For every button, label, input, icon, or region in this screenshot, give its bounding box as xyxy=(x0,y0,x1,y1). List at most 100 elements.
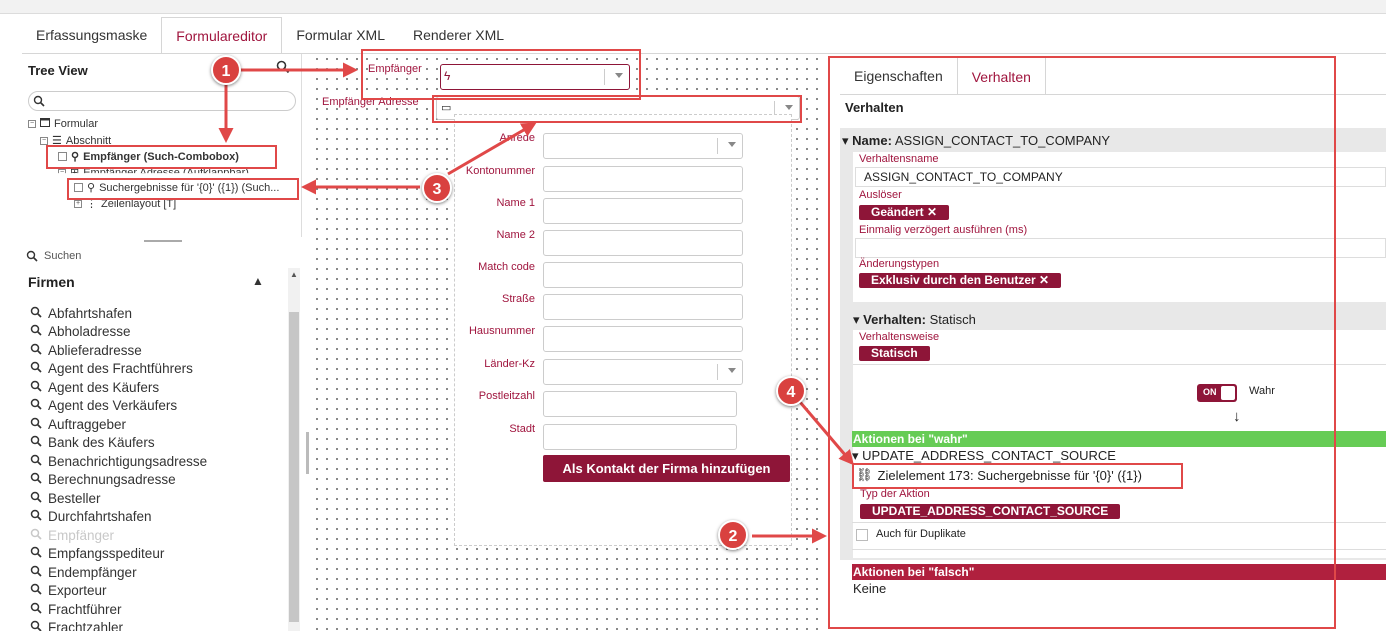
stadt-input[interactable] xyxy=(543,424,737,450)
list-item[interactable]: Agent des Käufers xyxy=(30,378,207,397)
list-item-label: Auftraggeber xyxy=(48,416,127,432)
chevron-down-icon[interactable] xyxy=(728,142,736,147)
list-item[interactable]: Besteller xyxy=(30,489,207,508)
list-item[interactable]: Frachtführer xyxy=(30,600,207,619)
marker-4: 4 xyxy=(776,376,806,406)
search-icon xyxy=(30,435,42,450)
search-icon xyxy=(30,602,42,617)
tree-view-title: Tree View xyxy=(28,63,88,78)
list-item-label: Bank des Käufers xyxy=(48,435,155,451)
top-bar xyxy=(0,0,1386,14)
annotation-box-2 xyxy=(432,95,802,123)
list-items: Abfahrtshafen Abholadresse Ablieferadresse… xyxy=(30,304,207,631)
laender-select[interactable] xyxy=(543,359,743,385)
search-icon xyxy=(30,361,42,376)
scrollbar-thumb[interactable] xyxy=(289,312,299,622)
list-item-label: Agent des Frachtführers xyxy=(48,361,193,377)
scroll-up-icon[interactable]: ▲ xyxy=(290,270,298,279)
name2-input[interactable] xyxy=(543,230,743,256)
kontonummer-input[interactable] xyxy=(543,166,743,192)
list-item[interactable]: Agent des Verkäufers xyxy=(30,397,207,416)
annotation-box-5 xyxy=(828,56,1336,629)
field-label: Hausnummer xyxy=(468,325,535,337)
list-item[interactable]: Durchfahrtshafen xyxy=(30,508,207,527)
panel-splitter[interactable] xyxy=(144,240,182,242)
field-label: Straße xyxy=(501,293,535,305)
scrollbar[interactable]: ▲ xyxy=(288,268,300,631)
search-icon xyxy=(30,528,42,543)
search-icon xyxy=(30,343,42,358)
anrede-select[interactable] xyxy=(543,133,743,159)
search-icon xyxy=(30,565,42,580)
field-label: Postleitzahl xyxy=(478,390,535,402)
collapse-icon[interactable]: − xyxy=(28,120,36,128)
list-item[interactable]: Ablieferadresse xyxy=(30,341,207,360)
strasse-input[interactable] xyxy=(543,294,743,320)
list-search-input[interactable]: Suchen xyxy=(26,250,81,262)
list-item[interactable]: Berechnungsadresse xyxy=(30,471,207,490)
marker-2: 2 xyxy=(718,520,748,550)
form-canvas[interactable]: Empfänger ϟ Empfänger Adresse ▭ Anrede K… xyxy=(312,54,826,631)
expand-icon[interactable]: + xyxy=(74,199,82,208)
list-item[interactable]: Frachtzahler xyxy=(30,619,207,631)
search-icon xyxy=(30,454,42,469)
tab-formulareditor[interactable]: Formulareditor xyxy=(161,17,283,54)
marker-3: 3 xyxy=(422,173,452,203)
component-list-panel: Suchen Firmen ▲ Abfahrtshafen Abholadress… xyxy=(22,246,302,631)
search-icon xyxy=(26,250,38,262)
collapse-icon[interactable]: − xyxy=(40,136,48,145)
chevron-down-icon[interactable] xyxy=(728,368,736,373)
postleitzahl-input[interactable] xyxy=(543,391,737,417)
list-item-label: Endempfänger xyxy=(48,564,137,580)
list-item[interactable]: Auftraggeber xyxy=(30,415,207,434)
search-icon xyxy=(30,380,42,395)
tab-erfassungsmaske[interactable]: Erfassungsmaske xyxy=(22,17,161,54)
collapse-icon[interactable]: − xyxy=(58,168,66,174)
list-item[interactable]: Empfangsspediteur xyxy=(30,545,207,564)
search-icon xyxy=(30,472,42,487)
search-icon xyxy=(30,417,42,432)
list-item-label: Durchfahrtshafen xyxy=(48,509,152,525)
chevron-up-icon[interactable]: ▲ xyxy=(252,274,264,288)
list-item[interactable]: Endempfänger xyxy=(30,563,207,582)
hausnummer-input[interactable] xyxy=(543,326,743,352)
form-icon xyxy=(40,118,50,130)
field-label: Anrede xyxy=(499,132,535,144)
list-item[interactable]: Exporteur xyxy=(30,582,207,601)
list-item-label: Frachtführer xyxy=(48,601,122,617)
page: Erfassungsmaske Formulareditor Formular … xyxy=(0,0,1386,631)
matchcode-input[interactable] xyxy=(543,262,743,288)
field-label: Kontonummer xyxy=(465,165,535,177)
search-icon xyxy=(30,306,42,321)
list-item[interactable]: Abfahrtshafen xyxy=(30,304,207,323)
annotation-box-1 xyxy=(361,49,641,100)
list-item-label: Agent des Käufers xyxy=(48,379,160,395)
list-item-label: Frachtzahler xyxy=(48,620,124,631)
tree-search-input[interactable] xyxy=(28,91,296,111)
field-label: Name 2 xyxy=(496,229,535,241)
list-item-label: Ablieferadresse xyxy=(48,342,142,358)
field-label: Name 1 xyxy=(496,197,535,209)
list-item-label: Abholadresse xyxy=(48,324,131,340)
annotation-box-3 xyxy=(46,145,277,169)
add-contact-button[interactable]: Als Kontakt der Firma hinzufügen xyxy=(543,455,790,482)
list-item[interactable]: Benachrichtigungsadresse xyxy=(30,452,207,471)
list-item-label: Benachrichtigungsadresse xyxy=(48,453,208,469)
field-label: Länder-Kz xyxy=(484,358,535,370)
list-item[interactable]: Bank des Käufers xyxy=(30,434,207,453)
vertical-splitter[interactable] xyxy=(306,432,309,474)
list-item[interactable]: Empfänger xyxy=(30,526,207,545)
marker-1: 1 xyxy=(211,55,241,85)
search-icon xyxy=(30,583,42,598)
annotation-box-4 xyxy=(67,178,299,200)
list-item-label: Exporteur xyxy=(48,583,107,599)
list-item[interactable]: Agent des Frachtführers xyxy=(30,360,207,379)
name1-input[interactable] xyxy=(543,198,743,224)
search-icon xyxy=(30,509,42,524)
list-item-label: Agent des Verkäufers xyxy=(48,398,178,414)
tree-node-label: Formular xyxy=(54,118,99,130)
tree-node-formular[interactable]: − Formular xyxy=(28,118,98,130)
search-icon xyxy=(30,398,42,413)
search-icon[interactable] xyxy=(276,60,290,79)
list-item[interactable]: Abholadresse xyxy=(30,323,207,342)
